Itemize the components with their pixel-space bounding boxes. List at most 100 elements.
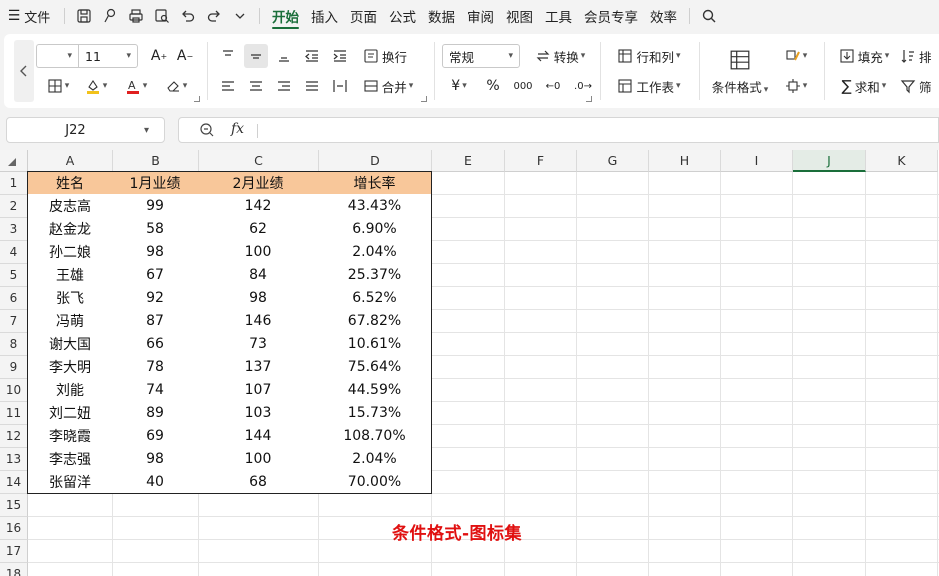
table-cell[interactable]: 100 bbox=[198, 240, 319, 264]
table-cell[interactable]: 孙二娘 bbox=[27, 240, 113, 264]
worksheet-button[interactable]: 工作表 ▾ bbox=[612, 74, 686, 98]
column-header-a[interactable]: A bbox=[28, 150, 113, 172]
tab-view[interactable]: 视图 bbox=[500, 0, 539, 32]
fill-button[interactable]: 填充 ▾ bbox=[834, 44, 894, 68]
table-cell[interactable]: 92 bbox=[112, 286, 199, 310]
table-cell[interactable]: 103 bbox=[198, 401, 319, 425]
table-cell[interactable]: 6.52% bbox=[318, 286, 432, 310]
table-cell[interactable]: 40 bbox=[112, 470, 199, 494]
row-header-5[interactable]: 5 bbox=[0, 264, 28, 287]
tab-insert[interactable]: 插入 bbox=[305, 0, 344, 32]
tab-data[interactable]: 数据 bbox=[422, 0, 461, 32]
table-cell[interactable]: 108.70% bbox=[318, 424, 432, 448]
cell-insert-icon[interactable]: ▾ bbox=[778, 74, 814, 98]
increase-decimal-icon[interactable]: ←0 bbox=[540, 74, 566, 98]
table-cell[interactable]: 谢大国 bbox=[27, 332, 113, 356]
cell-style-icon[interactable]: ▾ bbox=[778, 44, 814, 68]
column-header-c[interactable]: C bbox=[199, 150, 319, 172]
row-header-14[interactable]: 14 bbox=[0, 471, 28, 494]
align-left-icon[interactable] bbox=[216, 74, 240, 98]
font-color-icon[interactable]: A ▾ bbox=[118, 74, 154, 98]
row-header-1[interactable]: 1 bbox=[0, 172, 28, 195]
select-all-corner[interactable] bbox=[0, 150, 28, 172]
table-cell[interactable]: 98 bbox=[112, 447, 199, 471]
print-preview-icon[interactable] bbox=[149, 4, 175, 28]
align-top-icon[interactable] bbox=[216, 44, 240, 68]
table-cell[interactable]: 李晓霞 bbox=[27, 424, 113, 448]
font-size-dropdown[interactable]: 11 ▾ bbox=[78, 44, 138, 68]
align-center-icon[interactable] bbox=[244, 74, 268, 98]
table-cell[interactable]: 李大明 bbox=[27, 355, 113, 379]
column-header-e[interactable]: E bbox=[432, 150, 505, 172]
row-header-2[interactable]: 2 bbox=[0, 195, 28, 218]
table-cell[interactable]: 69 bbox=[112, 424, 199, 448]
table-cell[interactable]: 皮志高 bbox=[27, 194, 113, 218]
table-cell[interactable]: 87 bbox=[112, 309, 199, 333]
formula-input[interactable]: fx bbox=[178, 117, 939, 143]
table-cell[interactable]: 89 bbox=[112, 401, 199, 425]
justify-icon[interactable] bbox=[300, 74, 324, 98]
align-middle-icon[interactable] bbox=[244, 44, 268, 68]
row-header-6[interactable]: 6 bbox=[0, 287, 28, 310]
align-right-icon[interactable] bbox=[272, 74, 296, 98]
table-cell[interactable]: 67.82% bbox=[318, 309, 432, 333]
table-header-cell[interactable]: 2月业绩 bbox=[198, 171, 319, 195]
row-header-16[interactable]: 16 bbox=[0, 517, 28, 540]
column-header-b[interactable]: B bbox=[113, 150, 199, 172]
increase-font-icon[interactable]: A + bbox=[146, 44, 172, 68]
font-dialog-launcher-icon[interactable] bbox=[194, 96, 200, 102]
zoom-icon[interactable] bbox=[199, 122, 215, 142]
tab-tools[interactable]: 工具 bbox=[539, 0, 578, 32]
eraser-icon[interactable]: ▾ bbox=[158, 74, 194, 98]
table-cell[interactable]: 44.59% bbox=[318, 378, 432, 402]
tab-review[interactable]: 审阅 bbox=[461, 0, 500, 32]
table-cell[interactable]: 15.73% bbox=[318, 401, 432, 425]
table-cell[interactable]: 25.37% bbox=[318, 263, 432, 287]
percent-button[interactable]: % bbox=[480, 74, 506, 98]
column-header-i[interactable]: I bbox=[721, 150, 793, 172]
file-menu[interactable]: ☰ 文件 bbox=[0, 4, 58, 28]
row-header-13[interactable]: 13 bbox=[0, 448, 28, 471]
fill-color-icon[interactable]: ▾ bbox=[78, 74, 114, 98]
row-header-4[interactable]: 4 bbox=[0, 241, 28, 264]
table-header-cell[interactable]: 增长率 bbox=[318, 171, 432, 195]
column-header-k[interactable]: K bbox=[866, 150, 938, 172]
table-cell[interactable]: 67 bbox=[112, 263, 199, 287]
row-column-button[interactable]: 行和列 ▾ bbox=[612, 44, 686, 68]
indent-decrease-icon[interactable] bbox=[300, 44, 324, 68]
name-box[interactable]: J22 ▾ bbox=[6, 117, 165, 143]
table-cell[interactable]: 刘二妞 bbox=[27, 401, 113, 425]
table-cell[interactable]: 99 bbox=[112, 194, 199, 218]
more-chevron-icon[interactable] bbox=[227, 4, 253, 28]
table-cell[interactable]: 75.64% bbox=[318, 355, 432, 379]
column-header-g[interactable]: G bbox=[577, 150, 649, 172]
table-header-cell[interactable]: 姓名 bbox=[27, 171, 113, 195]
table-cell[interactable]: 赵金龙 bbox=[27, 217, 113, 241]
alignment-dialog-launcher-icon[interactable] bbox=[421, 96, 427, 102]
table-cell[interactable]: 146 bbox=[198, 309, 319, 333]
search-icon[interactable] bbox=[696, 4, 722, 28]
decrease-font-icon[interactable]: A − bbox=[172, 44, 198, 68]
table-cell[interactable]: 62 bbox=[198, 217, 319, 241]
borders-icon[interactable]: ▾ bbox=[42, 74, 74, 98]
table-header-cell[interactable]: 1月业绩 bbox=[112, 171, 199, 195]
convert-button[interactable]: 转换 ▾ bbox=[528, 44, 592, 68]
table-cell[interactable]: 王雄 bbox=[27, 263, 113, 287]
table-cell[interactable]: 68 bbox=[198, 470, 319, 494]
row-header-12[interactable]: 12 bbox=[0, 425, 28, 448]
table-cell[interactable]: 刘能 bbox=[27, 378, 113, 402]
table-cell[interactable]: 6.90% bbox=[318, 217, 432, 241]
table-cell[interactable]: 100 bbox=[198, 447, 319, 471]
table-cell[interactable]: 李志强 bbox=[27, 447, 113, 471]
ribbon-scroll-left-button[interactable] bbox=[14, 40, 34, 102]
format-painter-icon[interactable] bbox=[97, 4, 123, 28]
row-header-17[interactable]: 17 bbox=[0, 540, 28, 563]
table-cell[interactable]: 2.04% bbox=[318, 240, 432, 264]
table-cell[interactable]: 98 bbox=[112, 240, 199, 264]
table-cell[interactable]: 73 bbox=[198, 332, 319, 356]
row-header-15[interactable]: 15 bbox=[0, 494, 28, 517]
table-cell[interactable]: 66 bbox=[112, 332, 199, 356]
tab-page[interactable]: 页面 bbox=[344, 0, 383, 32]
indent-increase-icon[interactable] bbox=[328, 44, 352, 68]
sort-button[interactable]: 排 bbox=[900, 44, 939, 68]
